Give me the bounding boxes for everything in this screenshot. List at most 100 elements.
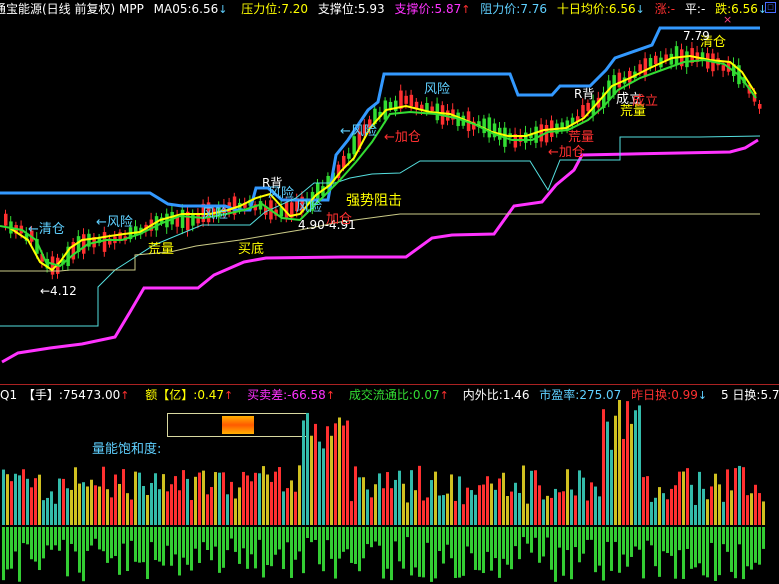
volume-neg-bar bbox=[750, 527, 753, 570]
volume-bar bbox=[374, 484, 377, 525]
volume-neg-bar bbox=[386, 527, 389, 569]
volume-bar bbox=[654, 497, 657, 525]
volume-neg-bar bbox=[726, 527, 729, 552]
volume-neg-bar bbox=[570, 527, 573, 580]
volume-bar bbox=[222, 472, 225, 525]
volume-neg-bar bbox=[78, 527, 81, 573]
volume-neg-bar bbox=[510, 527, 513, 570]
volume-neg-bar bbox=[14, 527, 17, 552]
volume-bar bbox=[22, 469, 25, 525]
volume-bar bbox=[410, 470, 413, 525]
fengxian-label-6: 风险 bbox=[296, 200, 323, 215]
volume-bar bbox=[518, 492, 521, 525]
buy-sell-diff: 买卖差:-66.58 bbox=[247, 388, 326, 402]
candle-body bbox=[82, 234, 86, 254]
volume-neg-bar bbox=[678, 527, 681, 551]
volume-neg-bar bbox=[758, 527, 761, 565]
volume-bar bbox=[298, 465, 301, 525]
volume-neg-bar bbox=[698, 527, 701, 564]
volume-bar bbox=[630, 423, 633, 525]
volume-neg-bar bbox=[190, 527, 193, 571]
volume-neg-bar bbox=[262, 527, 265, 578]
volume-bar bbox=[582, 477, 585, 525]
volume-neg-bar bbox=[534, 527, 537, 538]
volume-bar bbox=[110, 497, 113, 525]
jiacang-label-1: 加仓 bbox=[326, 212, 353, 227]
volume-neg-bar bbox=[90, 527, 93, 546]
volume-neg-bar bbox=[146, 527, 149, 580]
volume-bar bbox=[522, 465, 525, 525]
volume-neg-bar bbox=[666, 527, 669, 553]
volume-bar bbox=[718, 484, 721, 525]
volume-neg-bar bbox=[342, 527, 345, 552]
volume-neg-bar bbox=[358, 527, 361, 572]
volume-neg-bar bbox=[406, 527, 409, 538]
volume-bar bbox=[54, 503, 57, 525]
volume-neg-bar bbox=[478, 527, 481, 571]
volume-bar bbox=[506, 496, 509, 525]
fengxian-label-5: 风险 bbox=[424, 82, 451, 97]
fengxian-label-4: ←风险 bbox=[340, 124, 377, 139]
volume-bar bbox=[210, 487, 213, 525]
volume-bar bbox=[430, 480, 433, 525]
volume-bar bbox=[98, 486, 101, 525]
volume-bar bbox=[370, 497, 373, 525]
volume-neg-bar bbox=[494, 527, 497, 559]
volume-bar bbox=[10, 481, 13, 525]
volume-neg-bar bbox=[402, 527, 405, 569]
volume-bar bbox=[290, 480, 293, 525]
volume-neg-bar bbox=[590, 527, 593, 540]
volume-bar bbox=[686, 468, 689, 525]
volume-neg-bar bbox=[734, 527, 737, 579]
volume-neg-bar bbox=[158, 527, 161, 562]
volume-neg-bar bbox=[54, 527, 57, 546]
volume-bar bbox=[458, 476, 461, 525]
volume-neg-bar bbox=[174, 527, 177, 555]
volume-neg-bar bbox=[222, 527, 225, 568]
volume-bar bbox=[454, 500, 457, 525]
volume-neg-bar bbox=[210, 527, 213, 561]
yesterday-turnover: 昨日换:0.99 bbox=[631, 388, 698, 402]
volume-bar bbox=[442, 495, 445, 525]
volume-bar bbox=[174, 476, 177, 525]
volume-bar bbox=[722, 501, 725, 525]
jiacang-label-2: ←加仓 bbox=[384, 130, 421, 145]
volume-bar bbox=[562, 491, 565, 525]
volume-bar bbox=[250, 481, 253, 525]
volume-neg-bar bbox=[710, 527, 713, 543]
volume-bar bbox=[182, 470, 185, 525]
volume-bar bbox=[58, 478, 61, 525]
volume-bar bbox=[762, 501, 765, 525]
volume-bar bbox=[666, 499, 669, 525]
volume-neg-bar bbox=[730, 527, 733, 572]
candle-body bbox=[643, 58, 648, 77]
candle-body bbox=[758, 103, 762, 109]
volume-neg-bar bbox=[94, 527, 97, 539]
volume-neg-bar bbox=[238, 527, 241, 564]
volume-neg-bar bbox=[506, 527, 509, 565]
fengxian-label-2: 风险 bbox=[202, 207, 229, 222]
volume-bar bbox=[674, 485, 677, 525]
volume-bar bbox=[390, 488, 393, 525]
volume-bar bbox=[622, 438, 625, 525]
volume-neg-bar bbox=[618, 527, 621, 573]
volume-bar bbox=[78, 483, 81, 525]
volume-neg-bar bbox=[454, 527, 457, 578]
bei-label-2: R背 bbox=[574, 87, 595, 101]
candle-body bbox=[648, 58, 653, 67]
volume-neg-bar bbox=[458, 527, 461, 578]
volume-bar bbox=[490, 483, 493, 525]
volume-neg-bar bbox=[326, 527, 329, 541]
volume-neg-bar bbox=[634, 527, 637, 547]
volume-neg-bar bbox=[466, 527, 469, 547]
volume-neg-bar bbox=[102, 527, 105, 552]
volume-bar bbox=[606, 421, 609, 525]
volume-neg-bar bbox=[278, 527, 281, 550]
volume-bar bbox=[386, 472, 389, 525]
volume-bar bbox=[122, 469, 125, 525]
volume-neg-bar bbox=[438, 527, 441, 552]
volume-bar bbox=[150, 482, 153, 525]
volume-bar bbox=[6, 474, 9, 525]
huangliang-label-2: 荒量 bbox=[568, 130, 595, 145]
volume-neg-bar bbox=[482, 527, 485, 574]
